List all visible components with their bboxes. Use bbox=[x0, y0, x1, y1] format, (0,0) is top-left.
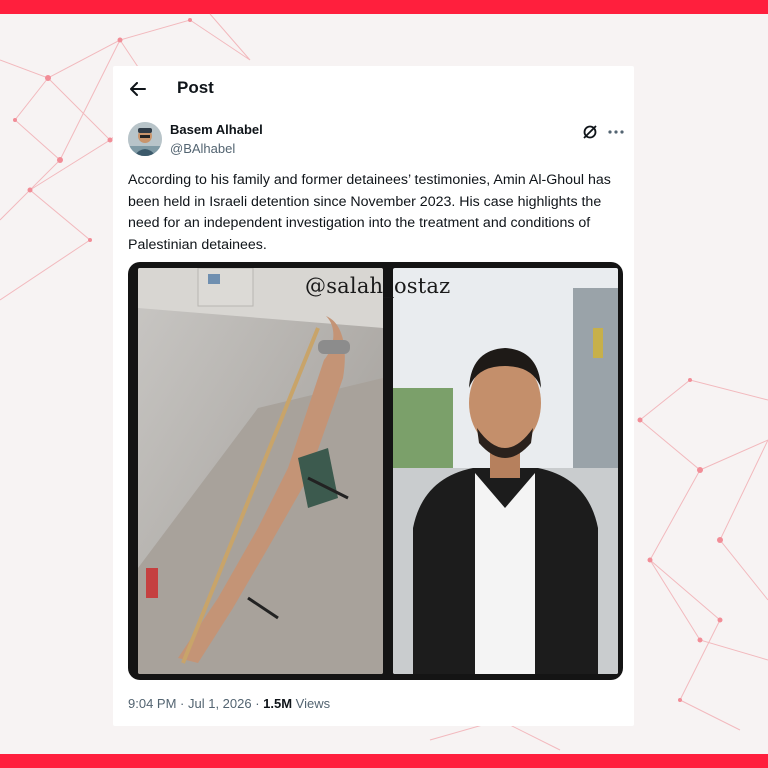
media-photo-left bbox=[138, 268, 383, 674]
avatar[interactable] bbox=[128, 122, 162, 156]
page-title: Post bbox=[177, 78, 214, 97]
post-card: Post Basem Alhabel @BAlhabel According t… bbox=[113, 66, 634, 726]
back-button[interactable] bbox=[127, 78, 149, 100]
author-handle[interactable]: @BAlhabel bbox=[170, 141, 235, 156]
post-time[interactable]: 9:04 PM bbox=[128, 696, 176, 711]
post-media[interactable]: @salah_ostaz bbox=[128, 262, 623, 680]
views-count: 1.5M bbox=[263, 696, 293, 711]
meta-separator: · bbox=[176, 696, 188, 711]
more-horizontal-icon[interactable] bbox=[607, 123, 625, 141]
avatar-image bbox=[128, 122, 162, 156]
media-divider bbox=[383, 262, 393, 680]
media-watermark: @salah_ostaz bbox=[305, 274, 451, 298]
views-label: Views bbox=[292, 696, 331, 711]
meta-separator: · bbox=[251, 696, 264, 711]
author-name[interactable]: Basem Alhabel bbox=[170, 122, 263, 137]
media-photo-right bbox=[393, 268, 618, 674]
arrow-left-icon bbox=[130, 82, 146, 96]
post-header: Post bbox=[113, 66, 634, 114]
grok-icon[interactable] bbox=[581, 123, 599, 141]
post-text: According to his family and former detai… bbox=[128, 172, 611, 253]
post-date[interactable]: Jul 1, 2026 bbox=[188, 696, 252, 711]
bottom-accent-bar bbox=[0, 754, 768, 768]
post-metadata: 9:04 PM · Jul 1, 2026 · 1.5M Views bbox=[128, 696, 330, 711]
